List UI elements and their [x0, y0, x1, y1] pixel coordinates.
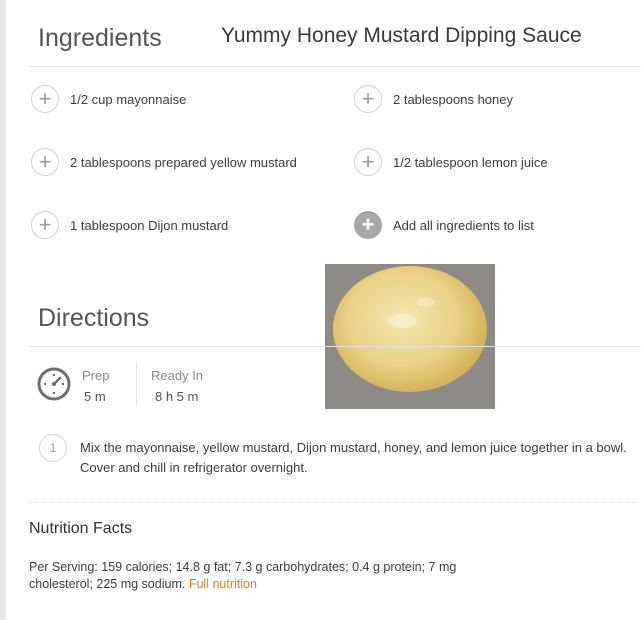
ingredient-label: 1 tablespoon Dijon mustard — [70, 217, 229, 233]
directions-heading: Directions — [38, 304, 150, 332]
ingredient-item[interactable]: + 2 tablespoons honey — [354, 85, 513, 113]
left-edge-border — [0, 0, 6, 620]
ready-in-label: Ready In — [151, 368, 204, 383]
directions-divider — [29, 346, 641, 347]
add-all-ingredients-button[interactable]: + Add all ingredients to list — [354, 211, 534, 239]
ingredient-label: 1/2 cup mayonnaise — [70, 91, 187, 107]
recipe-title: Yummy Honey Mustard Dipping Sauce — [221, 24, 582, 47]
plus-icon[interactable]: + — [31, 148, 59, 176]
timer-icon — [37, 367, 71, 401]
nutrition-heading: Nutrition Facts — [29, 520, 133, 537]
prep-label: Prep — [82, 368, 110, 383]
ingredient-label: 2 tablespoons honey — [393, 91, 513, 107]
ready-in-value: 8 h 5 m — [155, 389, 199, 404]
sauce-bowl-image — [333, 266, 487, 392]
ingredient-item[interactable]: + 2 tablespoons prepared yellow mustard — [31, 148, 297, 176]
plus-icon[interactable]: + — [31, 211, 59, 239]
ingredient-item[interactable]: + 1/2 tablespoon lemon juice — [354, 148, 548, 176]
prep-value: 5 m — [84, 389, 106, 404]
plus-icon[interactable]: + — [354, 148, 382, 176]
add-all-label: Add all ingredients to list — [393, 217, 534, 233]
step-number-badge: 1 — [39, 434, 67, 462]
plus-icon[interactable]: + — [354, 211, 382, 239]
nutrition-divider — [29, 502, 637, 503]
ingredient-item[interactable]: + 1/2 cup mayonnaise — [31, 85, 186, 113]
nutrition-summary: Per Serving: 159 calories; 14.8 g fat; 7… — [29, 559, 469, 593]
plus-icon[interactable]: + — [354, 85, 382, 113]
ingredient-item[interactable]: + 1 tablespoon Dijon mustard — [31, 211, 228, 239]
full-nutrition-link[interactable]: Full nutrition — [189, 577, 257, 591]
recipe-photo — [325, 264, 495, 409]
ingredients-divider — [29, 66, 641, 67]
ingredient-label: 1/2 tablespoon lemon juice — [393, 154, 548, 170]
plus-icon[interactable]: + — [31, 85, 59, 113]
time-separator — [136, 362, 137, 406]
ingredients-heading: Ingredients — [38, 24, 162, 52]
step-text: Mix the mayonnaise, yellow mustard, Dijo… — [80, 440, 627, 475]
ingredient-label: 2 tablespoons prepared yellow mustard — [70, 154, 297, 170]
